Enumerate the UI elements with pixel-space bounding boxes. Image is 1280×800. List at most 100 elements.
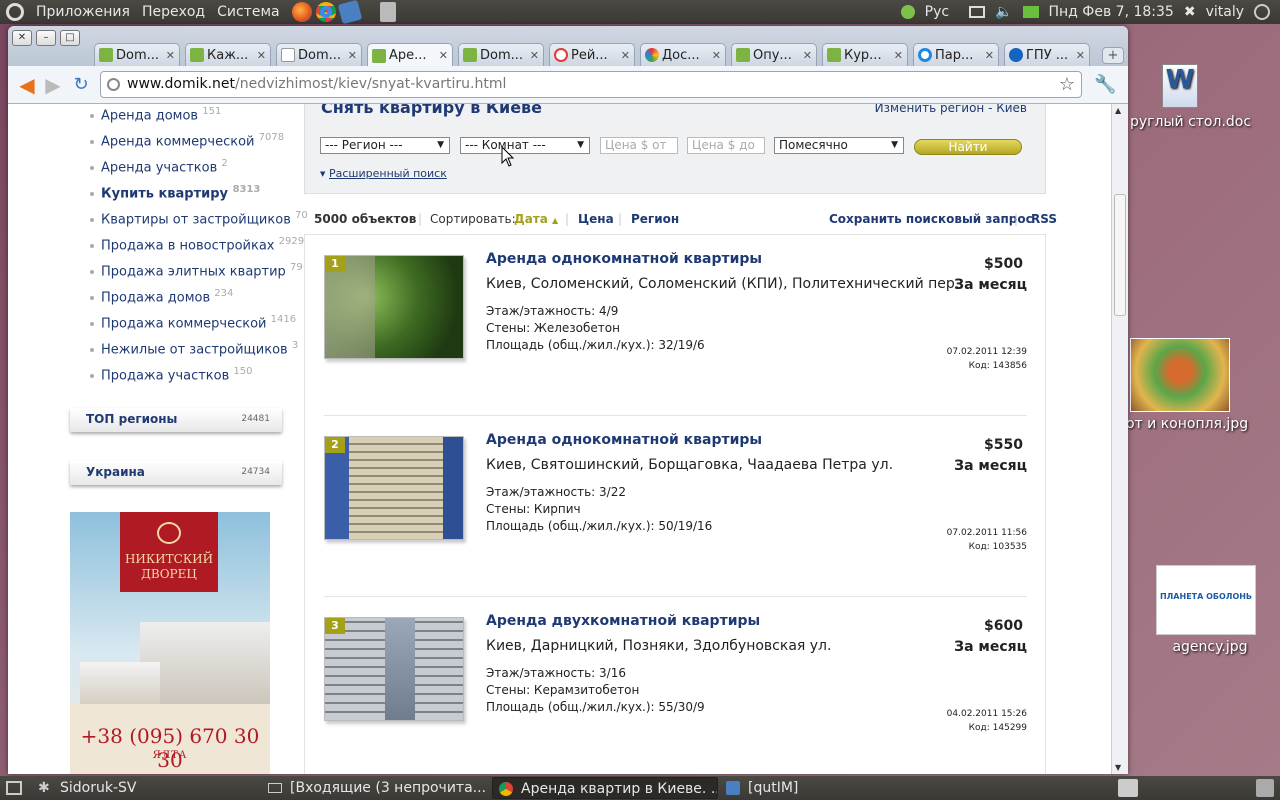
sort-date-link[interactable]: Дата ▲ bbox=[514, 212, 558, 226]
close-tab-icon[interactable]: ✕ bbox=[439, 49, 448, 62]
tab-10[interactable]: ГПУ ... ✕ bbox=[1004, 43, 1090, 66]
listing-floor: Этаж/этажность: 3/22 bbox=[486, 485, 626, 499]
user-name[interactable]: vitaly bbox=[1206, 4, 1244, 20]
category-link[interactable]: Аренда домов 151 bbox=[101, 106, 221, 123]
category-link[interactable]: Продажа элитных квартир 79 bbox=[101, 262, 303, 279]
category-link[interactable]: Аренда участков 2 bbox=[101, 158, 228, 175]
task-qutim[interactable]: [qutIM] bbox=[720, 777, 880, 799]
back-button[interactable]: ◀ bbox=[16, 75, 38, 95]
maximize-window-button[interactable]: □ bbox=[60, 30, 80, 46]
close-tab-icon[interactable]: ✕ bbox=[803, 49, 812, 62]
listing-photo[interactable]: 2 bbox=[324, 436, 464, 540]
close-tab-icon[interactable]: ✕ bbox=[621, 49, 630, 62]
listing-title[interactable]: Аренда однокомнатной квартиры bbox=[486, 251, 762, 267]
close-tab-icon[interactable]: ✕ bbox=[985, 49, 994, 62]
advertisement-banner[interactable]: НИКИТСКИЙ ДВОРЕЦ +38 (095) 670 30 30 ЯЛТ… bbox=[70, 512, 270, 774]
rss-link[interactable]: RSS bbox=[1031, 212, 1057, 226]
tab-4[interactable]: Dom... ✕ bbox=[458, 43, 544, 66]
tab-8[interactable]: Кур... ✕ bbox=[822, 43, 908, 66]
divider: | bbox=[618, 212, 623, 226]
category-link[interactable]: Нежилые от застройщиков 3 bbox=[101, 340, 298, 357]
ubuntu-logo-icon[interactable] bbox=[6, 3, 24, 21]
desktop-icon-cat[interactable]: от и конопля.jpg bbox=[1126, 338, 1280, 432]
close-tab-icon[interactable]: ✕ bbox=[348, 49, 357, 62]
category-label: Аренда участков bbox=[101, 160, 218, 176]
find-button[interactable]: Найти bbox=[914, 139, 1022, 155]
price-from-input[interactable]: Цена $ от bbox=[600, 137, 678, 154]
category-link[interactable]: Продажа участков 150 bbox=[101, 366, 253, 383]
menu-places[interactable]: Переход bbox=[136, 4, 211, 20]
category-label: Продажа коммерческой bbox=[101, 316, 267, 332]
puzzle-icon[interactable] bbox=[900, 5, 915, 19]
mail-launcher-icon[interactable] bbox=[337, 0, 362, 25]
change-region-link[interactable]: Изменить регион - Киев bbox=[875, 104, 1027, 115]
tab-6[interactable]: Дос... ✕ bbox=[640, 43, 726, 66]
close-tab-icon[interactable]: ✕ bbox=[166, 49, 175, 62]
firefox-launcher-icon[interactable] bbox=[291, 2, 312, 22]
clock[interactable]: Пнд Фев 7, 18:35 bbox=[1049, 4, 1174, 20]
minimize-window-button[interactable]: – bbox=[36, 30, 56, 46]
advanced-search-link[interactable]: Расширенный поиск bbox=[329, 167, 447, 180]
calculator-launcher-icon[interactable] bbox=[379, 2, 396, 22]
save-search-link[interactable]: Сохранить поисковый запрос bbox=[829, 212, 1033, 226]
category-link[interactable]: Продажа в новостройках 2929 bbox=[101, 236, 304, 253]
menu-applications[interactable]: Приложения bbox=[30, 4, 136, 20]
tab-7[interactable]: Опу... ✕ bbox=[731, 43, 817, 66]
close-window-button[interactable]: ✕ bbox=[12, 30, 32, 46]
vertical-scrollbar[interactable]: ▲ ▼ bbox=[1111, 104, 1128, 774]
listing-title[interactable]: Аренда однокомнатной квартиры bbox=[486, 432, 762, 448]
tab-1[interactable]: Каж... ✕ bbox=[185, 43, 271, 66]
bookmark-star-icon[interactable]: ☆ bbox=[1059, 72, 1075, 97]
scroll-up-icon[interactable]: ▲ bbox=[1115, 106, 1121, 115]
mail-notify-icon[interactable] bbox=[1022, 6, 1039, 18]
close-tab-icon[interactable]: ✕ bbox=[530, 49, 539, 62]
task-sidoruk[interactable]: ✱ Sidoruk-SV bbox=[32, 777, 260, 799]
category-link[interactable]: Аренда коммерческой 7078 bbox=[101, 132, 284, 149]
tab-0[interactable]: Dom... ✕ bbox=[94, 43, 180, 66]
keyboard-layout[interactable]: Рус bbox=[925, 4, 949, 20]
listing-title[interactable]: Аренда двухкомнатной квартиры bbox=[486, 613, 760, 629]
listing-photo[interactable]: 3 bbox=[324, 617, 464, 721]
tab-9[interactable]: Пар... ✕ bbox=[913, 43, 999, 66]
trash-icon[interactable] bbox=[1256, 779, 1274, 797]
sort-region-link[interactable]: Регион bbox=[631, 212, 679, 226]
tab-5[interactable]: Рей... ✕ bbox=[549, 43, 635, 66]
region-select[interactable]: --- Регион --- ▼ bbox=[320, 137, 450, 154]
show-desktop-icon[interactable] bbox=[6, 781, 22, 795]
category-link[interactable]: Квартиры от застройщиков 70 bbox=[101, 210, 308, 227]
new-tab-button[interactable]: + bbox=[1102, 47, 1124, 64]
sort-price-link[interactable]: Цена bbox=[578, 212, 614, 226]
rooms-select[interactable]: --- Комнат --- ▼ bbox=[460, 137, 590, 154]
task-inbox[interactable]: [Входящие (3 непрочита... bbox=[262, 777, 490, 799]
close-tab-icon[interactable]: ✕ bbox=[1076, 49, 1085, 62]
tab-3[interactable]: Аре... ✕ bbox=[367, 43, 453, 67]
task-browser[interactable]: Аренда квартир в Киеве. ... bbox=[492, 777, 718, 799]
forward-button[interactable]: ▶ bbox=[42, 75, 64, 95]
scroll-down-icon[interactable]: ▼ bbox=[1115, 763, 1121, 772]
category-link[interactable]: Продажа коммерческой 1416 bbox=[101, 314, 296, 331]
display-icon[interactable] bbox=[969, 6, 986, 18]
desktop-icon-agency[interactable]: ПЛАНЕТА ОБОЛОНЬ agency.jpg bbox=[1150, 565, 1270, 655]
close-tab-icon[interactable]: ✕ bbox=[712, 49, 721, 62]
results-count: 5000 объектов bbox=[314, 212, 417, 226]
menu-system[interactable]: Система bbox=[211, 4, 285, 20]
scrollbar-thumb[interactable] bbox=[1114, 194, 1126, 316]
period-select[interactable]: Помесячно ▼ bbox=[774, 137, 904, 154]
category-link[interactable]: Продажа домов 234 bbox=[101, 288, 233, 305]
wrench-icon[interactable]: 🔧 bbox=[1094, 75, 1116, 95]
price-to-input[interactable]: Цена $ до bbox=[687, 137, 765, 154]
listing-photo[interactable]: 1 bbox=[324, 255, 464, 359]
category-link[interactable]: Купить квартиру 8313 bbox=[101, 184, 260, 201]
close-tab-icon[interactable]: ✕ bbox=[257, 49, 266, 62]
chrome-launcher-icon[interactable] bbox=[315, 2, 336, 22]
top-regions-box[interactable]: ТОП регионы 24481 bbox=[70, 408, 282, 432]
desktop-icon-doc[interactable]: W руглый стол.doc bbox=[1130, 64, 1280, 130]
power-icon[interactable] bbox=[1254, 4, 1270, 20]
ukraine-region-box[interactable]: Украина 24734 bbox=[70, 461, 282, 485]
volume-icon[interactable]: 🔈 bbox=[995, 4, 1012, 20]
close-tab-icon[interactable]: ✕ bbox=[894, 49, 903, 62]
tab-2[interactable]: Dom... ✕ bbox=[276, 43, 362, 66]
address-bar[interactable]: www.domik.net/nedvizhimost/kiev/snyat-kv… bbox=[100, 71, 1082, 98]
workspace-switcher[interactable] bbox=[1118, 779, 1138, 797]
reload-button[interactable]: ↻ bbox=[70, 75, 92, 95]
